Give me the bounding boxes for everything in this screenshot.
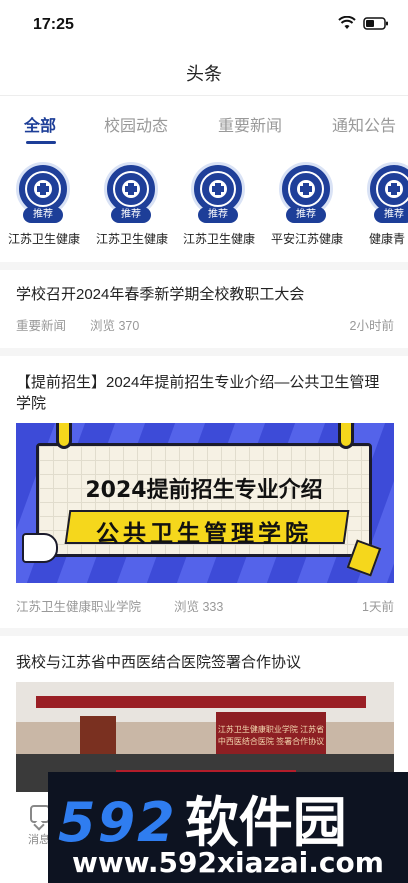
channel-item[interactable]: 推荐 健康青	[359, 156, 408, 252]
news-time: 2小时前	[349, 319, 394, 333]
watermark-url: www.592xiazai.com	[72, 846, 384, 879]
banner-board: 2024提前招生专业介绍 公共卫生管理学院	[36, 443, 372, 557]
news-title: 我校与江苏省中西医结合医院签署合作协议	[16, 654, 302, 671]
watermark-logo: 592 软件园 www.592xiazai.com	[48, 772, 408, 883]
channel-item[interactable]: 推荐 平安江苏健康	[271, 156, 351, 252]
banner-subheadline: 公共卫生管理学院	[96, 520, 312, 547]
channel-item[interactable]: 推荐 江苏卫生健康	[183, 156, 263, 252]
section-divider	[0, 262, 408, 270]
channel-item[interactable]: 推荐 江苏卫生健康	[8, 156, 88, 252]
message-icon[interactable]	[30, 805, 50, 823]
channel-name: 健康青	[369, 232, 406, 246]
megaphone-icon	[22, 533, 58, 563]
status-bar: 17:25	[0, 0, 408, 48]
tab-important-news[interactable]: 重要新闻	[218, 112, 282, 136]
news-image[interactable]: 2024提前招生专业介绍 公共卫生管理学院	[16, 423, 394, 583]
news-item[interactable]: 我校与江苏省中西医结合医院签署合作协议	[16, 652, 394, 673]
news-item[interactable]: 学校召开2024年春季新学期全校教职工大会 重要新闻 浏览 370 2小时前	[16, 284, 394, 333]
section-divider	[0, 348, 408, 356]
recommend-badge: 推荐	[286, 207, 326, 223]
battery-icon	[363, 17, 388, 30]
recommend-badge: 推荐	[374, 207, 408, 223]
screen-text: 江苏卫生健康职业学院 江苏省中西医结合医院 签署合作协议	[217, 725, 325, 746]
channel-name: 江苏卫生健康	[8, 232, 81, 246]
header-divider	[0, 95, 408, 96]
channel-name: 江苏卫生健康	[183, 232, 256, 246]
channel-list: 推荐 江苏卫生健康 推荐 江苏卫生健康 推荐 江苏卫生健康 推荐 平安江苏健康 …	[0, 156, 408, 256]
wifi-icon	[338, 16, 356, 29]
banner-headline: 2024提前招生专业介绍	[85, 478, 323, 503]
page-title: 头条	[186, 64, 222, 84]
tab-campus-news[interactable]: 校园动态	[104, 112, 168, 136]
recommend-badge: 推荐	[198, 207, 238, 223]
news-time: 1天前	[362, 600, 394, 614]
channel-name: 江苏卫生健康	[96, 232, 169, 246]
section-divider	[0, 628, 408, 636]
tab-message-label[interactable]: 消息	[28, 831, 50, 847]
news-item[interactable]: 【提前招生】2024年提前招生专业介绍—公共卫生管理学院	[16, 372, 394, 414]
tab-all[interactable]: 全部	[24, 112, 56, 136]
recommend-badge: 推荐	[111, 207, 151, 223]
news-source: 重要新闻	[16, 319, 67, 333]
channel-item[interactable]: 推荐 江苏卫生健康	[96, 156, 176, 252]
recommend-badge: 推荐	[23, 207, 63, 223]
news-title: 学校召开2024年春季新学期全校教职工大会	[16, 286, 305, 303]
news-views: 浏览 333	[174, 600, 224, 614]
news-source: 江苏卫生健康职业学院	[16, 600, 142, 614]
category-tabs: 全部 校园动态 重要新闻 通知公告	[0, 98, 408, 144]
active-tab-indicator	[26, 141, 56, 144]
status-time: 17:25	[33, 16, 74, 33]
tab-notices[interactable]: 通知公告	[332, 112, 396, 136]
channel-name: 平安江苏健康	[271, 232, 344, 246]
news-title: 【提前招生】2024年提前招生专业介绍—公共卫生管理学院	[16, 374, 380, 412]
news-views: 浏览 370	[90, 319, 140, 333]
